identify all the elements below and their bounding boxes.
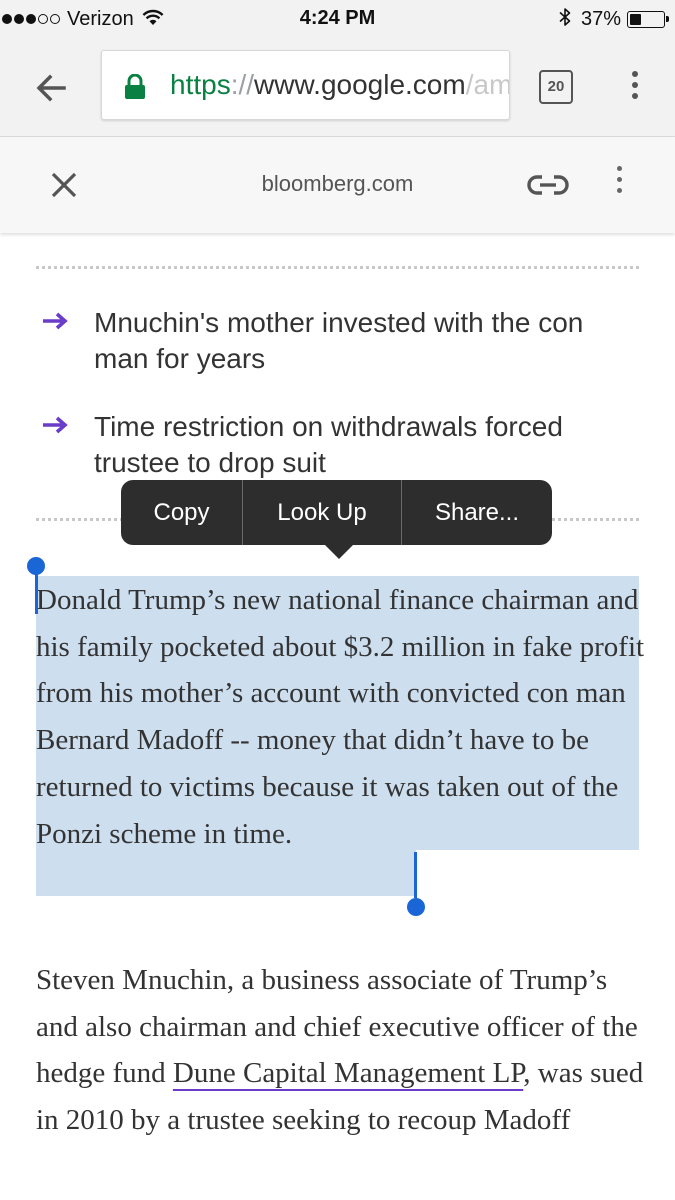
edit-callout-menu: Copy Look Up Share... bbox=[121, 480, 552, 559]
page-domain: bloomberg.com bbox=[261, 171, 414, 196]
menu-dot bbox=[616, 177, 622, 182]
bluetooth-icon bbox=[559, 7, 571, 32]
back-button[interactable] bbox=[30, 66, 74, 110]
menu-dot bbox=[632, 82, 638, 88]
back-arrow-icon bbox=[36, 74, 66, 102]
menu-dot bbox=[616, 166, 622, 171]
status-right: 37% bbox=[559, 6, 669, 32]
custom-tab-bar: bloomberg.com bbox=[0, 137, 675, 233]
copy-button[interactable]: Copy bbox=[121, 480, 242, 545]
selection-start-caret bbox=[35, 568, 38, 614]
tab-switcher-button[interactable]: 20 bbox=[539, 70, 573, 104]
bullet-text: Time restriction on withdrawals forced t… bbox=[94, 411, 563, 478]
company-link[interactable]: Dune Capital Management LP bbox=[173, 1057, 523, 1089]
bullet-text: Mnuchin's mother invested with the con m… bbox=[94, 307, 584, 374]
list-item: Mnuchin's mother invested with the con m… bbox=[42, 305, 632, 377]
menu-dot bbox=[632, 71, 638, 77]
selection-end-handle[interactable] bbox=[407, 898, 425, 916]
article-paragraph-selected[interactable]: Donald Trump’s new national finance chai… bbox=[36, 577, 656, 857]
list-item: Time restriction on withdrawals forced t… bbox=[42, 409, 632, 481]
battery-fill bbox=[630, 13, 641, 25]
battery-percent: 37% bbox=[580, 7, 621, 30]
browser-menu-button[interactable] bbox=[620, 68, 650, 108]
url-scheme: https bbox=[170, 69, 231, 100]
link-icon bbox=[527, 175, 569, 195]
page-menu-button[interactable] bbox=[605, 163, 633, 203]
battery-icon bbox=[627, 10, 669, 28]
status-bar: Verizon 4:24 PM 37% bbox=[0, 0, 675, 40]
selection-end-caret bbox=[414, 852, 417, 898]
url-path: /amp bbox=[465, 69, 509, 100]
browser-toolbar: https://www.google.com/amp 20 bbox=[0, 40, 675, 137]
arrow-right-icon bbox=[43, 312, 68, 330]
menu-dot bbox=[632, 93, 638, 99]
section-divider bbox=[36, 266, 639, 269]
url-host: www.google.com bbox=[254, 69, 466, 100]
look-up-button[interactable]: Look Up bbox=[243, 480, 401, 545]
lock-icon bbox=[124, 73, 146, 105]
battery-nub bbox=[666, 15, 669, 22]
url-separator: :// bbox=[230, 69, 255, 100]
menu-dot bbox=[616, 188, 622, 193]
callout-pointer bbox=[325, 545, 353, 559]
arrow-right-icon bbox=[43, 416, 68, 434]
address-bar[interactable]: https://www.google.com/amp bbox=[101, 50, 510, 120]
url-text: https://www.google.com/amp bbox=[170, 69, 509, 101]
share-link-button[interactable] bbox=[526, 167, 570, 203]
share-button[interactable]: Share... bbox=[402, 480, 552, 545]
article-paragraph: Steven Mnuchin, a business associate of … bbox=[36, 957, 656, 1144]
